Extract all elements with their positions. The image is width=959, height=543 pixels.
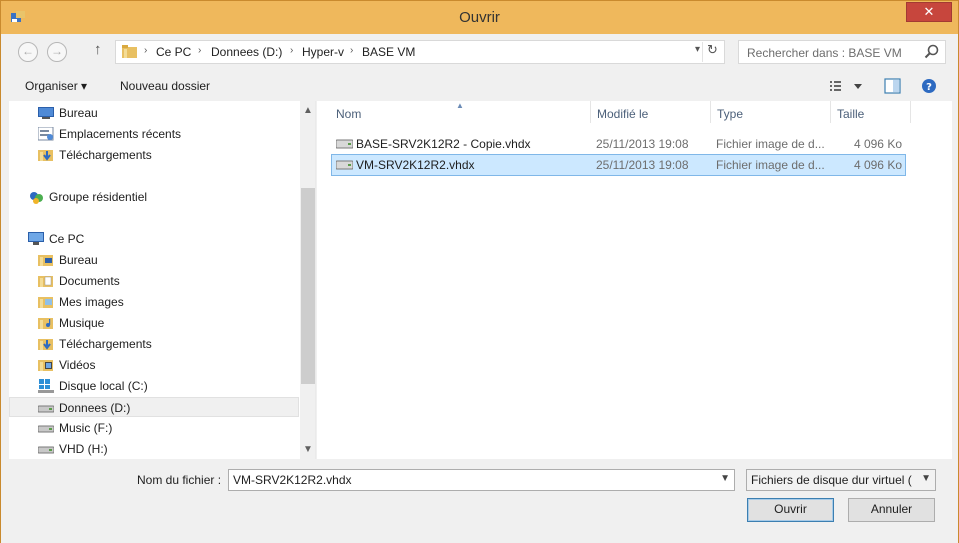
title-bar: Ouvrir ✕ [1, 1, 958, 34]
downloads-folder-icon [38, 150, 53, 161]
new-folder-button[interactable]: Nouveau dossier [120, 79, 210, 93]
organize-menu[interactable]: Organiser ▾ [25, 79, 87, 93]
file-size: 4 096 Ko [853, 137, 902, 151]
vhdx-file-icon [336, 139, 353, 149]
file-name: BASE-SRV2K12R2 - Copie.vhdx [356, 137, 531, 151]
windows-drive-icon [38, 379, 54, 393]
file-name: VM-SRV2K12R2.vhdx [356, 158, 475, 172]
documents-folder-icon [38, 276, 53, 287]
sidebar-item-vhd-h[interactable]: VHD (H:) [9, 439, 299, 459]
breadcrumb-separator: › [198, 45, 202, 56]
file-type: Fichier image de d... [716, 158, 825, 172]
breadcrumb-this-pc[interactable]: Ce PC [156, 45, 191, 59]
file-modified: 25/11/2013 19:08 [596, 158, 689, 172]
column-header-name[interactable]: Nom [336, 107, 361, 121]
sidebar-scrollbar[interactable]: ▲ ▼ [300, 101, 315, 459]
search-box[interactable]: Rechercher dans : BASE VM [738, 40, 946, 64]
navigation-bar: ← → ↑ › Ce PC › Donnees (D:) › Hyper-v ›… [9, 38, 952, 66]
preview-pane-icon[interactable] [884, 76, 902, 96]
recent-places-icon [38, 127, 54, 141]
window-title: Ouvrir [459, 9, 500, 26]
drive-icon [38, 446, 54, 454]
scrollbar-thumb[interactable] [301, 188, 315, 384]
search-placeholder: Rechercher dans : BASE VM [747, 46, 902, 60]
downloads-folder-icon [38, 339, 53, 350]
sidebar-item-recent-places[interactable]: Emplacements récents [9, 124, 299, 144]
desktop-folder-icon [38, 255, 53, 266]
column-header-size[interactable]: Taille [837, 107, 864, 121]
breadcrumb-separator: › [350, 45, 354, 56]
sidebar-item-pictures[interactable]: Mes images [9, 292, 299, 312]
navigation-pane: Bureau Emplacements récents Téléchargeme… [9, 101, 316, 459]
desktop-icon [38, 107, 54, 119]
sidebar-item-bureau-favorite[interactable]: Bureau [9, 103, 299, 123]
sidebar-item-donnees-d[interactable]: Donnees (D:) [9, 397, 299, 417]
svg-text:?: ? [926, 82, 932, 93]
back-button[interactable]: ← [18, 42, 38, 62]
file-row[interactable]: BASE-SRV2K12R2 - Copie.vhdx 25/11/2013 1… [331, 133, 906, 155]
file-row-selected[interactable]: VM-SRV2K12R2.vhdx 25/11/2013 19:08 Fichi… [331, 154, 906, 176]
refresh-icon[interactable]: ↻ [702, 42, 722, 62]
filename-input[interactable]: VM-SRV2K12R2.vhdx ▼ [228, 469, 735, 491]
open-file-dialog: Ouvrir ✕ ← → ↑ › Ce PC › Donnees (D:) › … [0, 0, 959, 543]
filter-value: Fichiers de disque dur virtuel ( [751, 473, 912, 487]
search-icon[interactable] [923, 43, 941, 61]
file-type-filter[interactable]: Fichiers de disque dur virtuel ( ▼ [746, 469, 936, 491]
file-list: ▲ Nom Modifié le Type Taille BASE-SRV2K1… [317, 101, 952, 459]
address-history-dropdown[interactable]: ▾ [695, 44, 700, 55]
chevron-down-icon[interactable]: ▼ [921, 473, 931, 484]
close-button[interactable]: ✕ [906, 2, 952, 22]
sidebar-item-downloads[interactable]: Téléchargements [9, 334, 299, 354]
sidebar-item-music[interactable]: Musique [9, 313, 299, 333]
breadcrumb-base-vm[interactable]: BASE VM [362, 45, 415, 59]
folder-icon [122, 45, 137, 58]
breadcrumb-separator: › [290, 45, 294, 56]
sidebar-item-documents[interactable]: Documents [9, 271, 299, 291]
column-divider[interactable] [590, 101, 591, 123]
breadcrumb-hyper-v[interactable]: Hyper-v [302, 45, 344, 59]
breadcrumb-drive-d[interactable]: Donnees (D:) [211, 45, 282, 59]
column-divider[interactable] [710, 101, 711, 123]
open-button[interactable]: Ouvrir [747, 498, 834, 522]
drive-icon [38, 405, 54, 413]
vhdx-file-icon [336, 160, 353, 170]
sidebar-item-this-pc[interactable]: Ce PC [9, 229, 299, 249]
help-icon[interactable]: ? [920, 76, 938, 96]
dialog-footer: Nom du fichier : VM-SRV2K12R2.vhdx ▼ Fic… [1, 459, 958, 543]
column-divider[interactable] [830, 101, 831, 123]
view-options-icon[interactable] [829, 76, 865, 96]
address-bar[interactable]: › Ce PC › Donnees (D:) › Hyper-v › BASE … [115, 40, 725, 64]
sidebar-item-music-f[interactable]: Music (F:) [9, 418, 299, 438]
file-size: 4 096 Ko [853, 158, 902, 172]
sidebar-item-bureau[interactable]: Bureau [9, 250, 299, 270]
pictures-folder-icon [38, 297, 53, 308]
computer-icon [28, 232, 44, 245]
breadcrumb-separator: › [144, 45, 148, 56]
scroll-down-icon[interactable]: ▼ [300, 442, 315, 458]
sidebar-item-local-disk-c[interactable]: Disque local (C:) [9, 376, 299, 396]
file-modified: 25/11/2013 19:08 [596, 137, 689, 151]
forward-button[interactable]: → [47, 42, 67, 62]
chevron-down-icon[interactable]: ▼ [720, 473, 730, 484]
column-divider[interactable] [910, 101, 911, 123]
videos-folder-icon [38, 360, 53, 371]
sidebar-item-downloads-favorite[interactable]: Téléchargements [9, 145, 299, 165]
scroll-up-icon[interactable]: ▲ [300, 103, 315, 119]
sidebar-item-videos[interactable]: Vidéos [9, 355, 299, 375]
homegroup-icon [30, 192, 43, 204]
sort-ascending-icon: ▲ [456, 101, 464, 110]
column-header-modified[interactable]: Modifié le [597, 107, 648, 121]
command-bar: Organiser ▾ Nouveau dossier ? [1, 71, 958, 101]
sidebar-item-homegroup[interactable]: Groupe résidentiel [9, 187, 299, 207]
filename-label: Nom du fichier : [137, 473, 222, 487]
column-header-type[interactable]: Type [717, 107, 743, 121]
music-folder-icon [38, 318, 53, 329]
up-button[interactable]: ↑ [94, 41, 102, 58]
filename-value: VM-SRV2K12R2.vhdx [233, 473, 352, 487]
cancel-button[interactable]: Annuler [848, 498, 935, 522]
file-type: Fichier image de d... [716, 137, 825, 151]
drive-icon [38, 425, 54, 433]
